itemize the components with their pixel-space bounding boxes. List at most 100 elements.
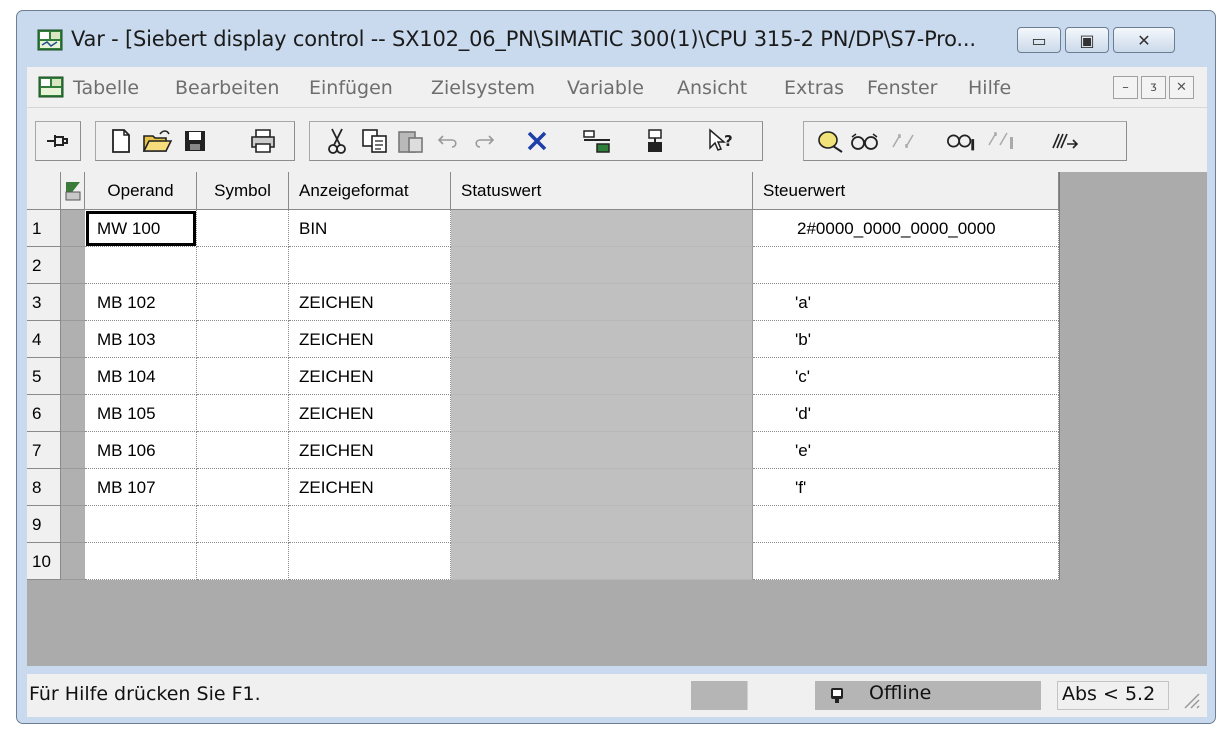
menu-tabelle[interactable]: Tabelle <box>73 77 139 99</box>
row-number[interactable]: 9 <box>27 506 61 543</box>
control-cell[interactable] <box>753 506 1059 543</box>
pin-button[interactable] <box>43 127 73 155</box>
document-icon[interactable] <box>38 76 64 98</box>
column-header-format[interactable]: Anzeigeformat <box>289 172 451 210</box>
menu-extras[interactable]: Extras <box>784 77 844 99</box>
operand-cell[interactable]: MW 100 <box>85 210 197 247</box>
control-cell[interactable]: 'c' <box>753 358 1059 395</box>
row-number[interactable]: 2 <box>27 247 61 284</box>
column-header-operand[interactable]: Operand <box>85 172 197 210</box>
status-cell <box>451 543 753 580</box>
symbol-cell[interactable] <box>197 395 289 432</box>
control-cell[interactable] <box>753 543 1059 580</box>
maximize-button[interactable]: ▣ <box>1065 27 1109 53</box>
print-button[interactable] <box>248 127 278 155</box>
monitor-variable-button[interactable] <box>816 127 846 155</box>
row-number[interactable]: 7 <box>27 432 61 469</box>
control-cell[interactable] <box>753 247 1059 284</box>
format-cell[interactable] <box>289 506 451 543</box>
symbol-cell[interactable] <box>197 506 289 543</box>
menu-zielsystem[interactable]: Zielsystem <box>431 77 535 99</box>
symbol-cell[interactable] <box>197 543 289 580</box>
column-header-status[interactable]: Statuswert <box>451 172 753 210</box>
copy-button[interactable] <box>360 127 390 155</box>
format-cell[interactable]: ZEICHEN <box>289 321 451 358</box>
svg-text:?: ? <box>724 132 733 150</box>
format-cell[interactable]: ZEICHEN <box>289 358 451 395</box>
online-button[interactable] <box>640 127 670 155</box>
status-cell <box>451 284 753 321</box>
open-button[interactable] <box>142 127 172 155</box>
operand-cell[interactable]: MB 105 <box>85 395 197 432</box>
column-header-symbol[interactable]: Symbol <box>197 172 289 210</box>
save-button[interactable] <box>180 127 210 155</box>
resize-grip-icon[interactable] <box>1179 688 1201 710</box>
format-cell[interactable] <box>289 247 451 284</box>
menu-ansicht[interactable]: Ansicht <box>677 77 747 99</box>
control-cell[interactable]: 'b' <box>753 321 1059 358</box>
row-number[interactable]: 10 <box>27 543 61 580</box>
mdi-close-icon: ✕ <box>1176 80 1187 95</box>
format-cell[interactable]: ZEICHEN <box>289 432 451 469</box>
control-cell[interactable]: 'f' <box>753 469 1059 506</box>
format-cell[interactable]: ZEICHEN <box>289 395 451 432</box>
control-cell[interactable]: 'e' <box>753 432 1059 469</box>
row-number[interactable]: 5 <box>27 358 61 395</box>
row-number[interactable]: 6 <box>27 395 61 432</box>
operand-cell[interactable]: MB 103 <box>85 321 197 358</box>
delete-button[interactable] <box>522 127 552 155</box>
symbol-cell[interactable] <box>197 247 289 284</box>
glasses-trigger-button[interactable] <box>946 127 976 155</box>
symbol-cell[interactable] <box>197 432 289 469</box>
format-cell[interactable]: BIN <box>289 210 451 247</box>
symbol-cell[interactable] <box>197 284 289 321</box>
row-number[interactable]: 1 <box>27 210 61 247</box>
close-button[interactable]: ✕ <box>1113 27 1175 53</box>
mdi-close-button[interactable]: ✕ <box>1169 76 1194 99</box>
paste-button[interactable] <box>396 127 426 155</box>
undo-button[interactable] <box>434 127 464 155</box>
redo-button[interactable] <box>468 127 498 155</box>
operand-cell[interactable]: MB 104 <box>85 358 197 395</box>
operand-cell[interactable] <box>85 543 197 580</box>
format-cell[interactable] <box>289 543 451 580</box>
menu-bearbeiten[interactable]: Bearbeiten <box>175 77 279 99</box>
control-cell[interactable]: 'd' <box>753 395 1059 432</box>
operand-cell[interactable] <box>85 247 197 284</box>
minimize-button[interactable]: ▭ <box>1017 27 1061 53</box>
menu-hilfe[interactable]: Hilfe <box>968 77 1011 99</box>
row-marker <box>61 543 85 580</box>
menu-einfuegen[interactable]: Einfügen <box>309 77 393 99</box>
row-number[interactable]: 3 <box>27 284 61 321</box>
modify-trigger-button[interactable] <box>986 127 1016 155</box>
cut-button[interactable] <box>322 127 352 155</box>
accessible-nodes-button[interactable] <box>582 127 612 155</box>
force-button[interactable] <box>1050 127 1080 155</box>
operand-cell[interactable]: MB 106 <box>85 432 197 469</box>
menu-fenster[interactable]: Fenster <box>867 77 937 99</box>
symbol-cell[interactable] <box>197 210 289 247</box>
menu-variable[interactable]: Variable <box>567 77 644 99</box>
column-header-control[interactable]: Steuerwert <box>753 172 1059 210</box>
control-cell[interactable]: 'a' <box>753 284 1059 321</box>
operand-cell[interactable]: MB 107 <box>85 469 197 506</box>
title-bar[interactable]: Var - [Siebert display control -- SX102_… <box>17 11 1215 67</box>
control-cell[interactable]: 2#0000_0000_0000_0000 <box>753 210 1059 247</box>
new-button[interactable] <box>106 127 136 155</box>
operand-cell[interactable] <box>85 506 197 543</box>
monitor-variable-icon <box>818 131 843 153</box>
help-pointer-button[interactable]: ? <box>706 127 736 155</box>
format-cell[interactable]: ZEICHEN <box>289 469 451 506</box>
modify-button[interactable] <box>888 127 918 155</box>
row-number[interactable]: 8 <box>27 469 61 506</box>
symbol-cell[interactable] <box>197 321 289 358</box>
mdi-restore-button[interactable]: ᴣ <box>1141 76 1166 99</box>
symbol-cell[interactable] <box>197 469 289 506</box>
row-number[interactable]: 4 <box>27 321 61 358</box>
glasses-button[interactable] <box>850 127 880 155</box>
operand-cell[interactable]: MB 102 <box>85 284 197 321</box>
format-cell[interactable]: ZEICHEN <box>289 284 451 321</box>
status-empty-field <box>747 681 800 710</box>
mdi-minimize-button[interactable]: – <box>1113 76 1138 99</box>
symbol-cell[interactable] <box>197 358 289 395</box>
